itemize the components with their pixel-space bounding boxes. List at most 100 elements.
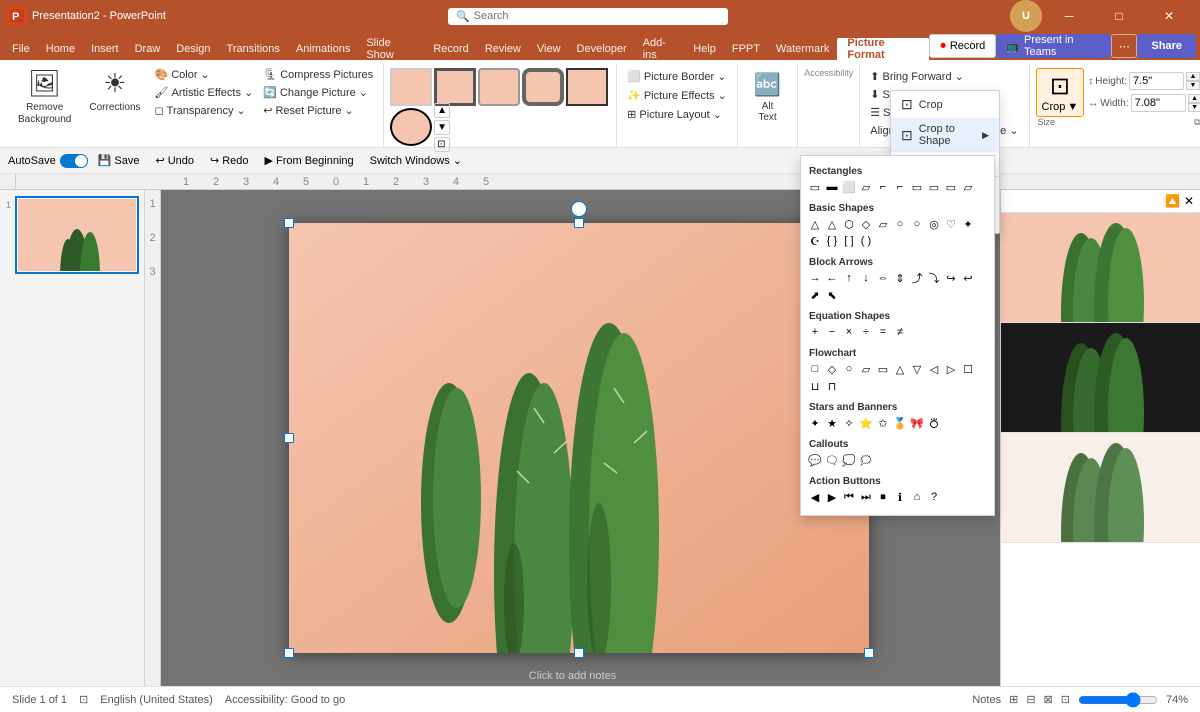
shape-basic-10[interactable]: ✦ [960,216,976,232]
shape-basic-11[interactable]: ☪ [807,233,823,249]
shape-rect-2[interactable]: ▬ [824,179,840,195]
notes-button[interactable]: Notes [972,694,1001,706]
shape-arrow-10[interactable]: ↩ [960,270,976,286]
shape-action-3[interactable]: ⏮ [841,489,857,505]
tab-view[interactable]: View [529,38,569,60]
shape-arrow-3[interactable]: ↑ [841,270,857,286]
style-1[interactable] [390,68,432,106]
zoom-level[interactable]: 74% [1166,694,1188,706]
style-3[interactable] [478,68,520,106]
tab-addins[interactable]: Add-ins [635,38,686,60]
shape-basic-13[interactable]: [ ] [841,233,857,249]
shape-basic-5[interactable]: ▱ [875,216,891,232]
shape-basic-2[interactable]: △ [824,216,840,232]
tab-review[interactable]: Review [477,38,529,60]
tab-transitions[interactable]: Transitions [219,38,288,60]
tab-draw[interactable]: Draw [127,38,169,60]
shape-arrow-8[interactable]: ⤵ [926,270,942,286]
shape-action-4[interactable]: ⏭ [858,489,874,505]
height-down[interactable]: ▼ [1186,81,1200,90]
style-4[interactable] [522,68,564,106]
shape-flow-1[interactable]: □ [807,361,823,377]
tab-developer[interactable]: Developer [569,38,635,60]
panel-collapse-button[interactable]: 🔼 [1165,194,1180,208]
shape-rect-8[interactable]: ▭ [926,179,942,195]
picture-effects-button[interactable]: ✨ Picture Effects ⌄ [623,87,731,104]
shape-star-2[interactable]: ★ [824,415,840,431]
panel-thumb-2[interactable] [1001,323,1200,433]
tab-design[interactable]: Design [168,38,218,60]
panel-close-button[interactable]: ✕ [1184,194,1194,208]
panel-thumb-1[interactable] [1001,213,1200,323]
alt-text-button[interactable]: 🔤 AltText [746,68,789,127]
tab-animations[interactable]: Animations [288,38,358,60]
sel-handle-ml[interactable] [284,433,294,443]
presenter-view-icon[interactable]: ⊡ [1061,693,1070,706]
shape-action-8[interactable]: ? [926,489,942,505]
styles-expand-up[interactable]: ▲ [434,103,450,118]
height-input[interactable] [1129,72,1184,90]
tab-fppt[interactable]: FPPT [724,38,768,60]
shape-star-6[interactable]: 🏅 [892,415,908,431]
notes-placeholder[interactable]: Click to add notes [529,670,616,682]
tab-home[interactable]: Home [38,38,83,60]
shape-eq-2[interactable]: − [824,324,840,340]
shape-flow-2[interactable]: ◇ [824,361,840,377]
tab-insert[interactable]: Insert [83,38,127,60]
tab-watermark[interactable]: Watermark [768,38,837,60]
shape-arrow-12[interactable]: ⬉ [824,287,840,303]
redo-qa-button[interactable]: ↪ Redo [204,152,255,169]
tab-record[interactable]: Record [425,38,476,60]
style-selected[interactable] [390,108,432,146]
shape-star-7[interactable]: 🎀 [909,415,925,431]
styles-more[interactable]: ⊡ [434,137,450,152]
user-avatar[interactable]: U [1010,0,1042,32]
transparency-button[interactable]: ◻ Transparency ⌄ [151,102,258,119]
crop-menu-item-crop-to-shape[interactable]: ⊡ Crop to Shape ▶ [891,118,999,152]
shape-basic-9[interactable]: ♡ [943,216,959,232]
shape-rect-3[interactable]: ⬜ [841,179,857,195]
shape-action-2[interactable]: ▶ [824,489,840,505]
picture-layout-button[interactable]: ⊞ Picture Layout ⌄ [623,106,731,123]
shape-flow-8[interactable]: ◁ [926,361,942,377]
shape-arrow-4[interactable]: ↓ [858,270,874,286]
shape-basic-6[interactable]: ○ [892,216,908,232]
maximize-button[interactable]: □ [1096,0,1142,32]
shape-star-4[interactable]: ⭐ [858,415,874,431]
fit-slide-icon[interactable]: ⊡ [79,693,88,706]
tab-slideshow[interactable]: Slide Show [358,38,425,60]
shape-action-7[interactable]: ⌂ [909,489,925,505]
shape-basic-14[interactable]: ( ) [858,233,874,249]
autosave-toggle[interactable] [60,154,88,168]
shape-rect-9[interactable]: ▭ [943,179,959,195]
shape-basic-3[interactable]: ⬡ [841,216,857,232]
shape-flow-6[interactable]: △ [892,361,908,377]
shape-arrow-5[interactable]: ⇔ [875,270,891,286]
shape-rect-4[interactable]: ▱ [858,179,874,195]
ribbon-expand-button[interactable]: ⋯ [1111,34,1137,58]
shape-arrow-1[interactable]: → [807,270,823,286]
shape-rect-6[interactable]: ⌐ [892,179,908,195]
shape-flow-4[interactable]: ▱ [858,361,874,377]
style-2[interactable] [434,68,476,106]
shape-basic-8[interactable]: ◎ [926,216,942,232]
search-input[interactable] [474,10,714,22]
shape-star-5[interactable]: ✩ [875,415,891,431]
shape-action-6[interactable]: ℹ [892,489,908,505]
shape-rect-7[interactable]: ▭ [909,179,925,195]
shape-arrow-11[interactable]: ⬈ [807,287,823,303]
rotation-handle[interactable] [571,201,587,217]
shape-flow-12[interactable]: ⊓ [824,378,840,394]
shape-eq-4[interactable]: ÷ [858,324,874,340]
shape-star-3[interactable]: ✧ [841,415,857,431]
shape-basic-7[interactable]: ○ [909,216,925,232]
shape-arrow-2[interactable]: ← [824,270,840,286]
artistic-effects-button[interactable]: 🖌 Artistic Effects ⌄ [151,84,258,101]
shape-callout-3[interactable]: 💭 [841,452,857,468]
crop-button[interactable]: ⊡ Crop ▼ [1036,68,1085,117]
accessibility-status[interactable]: Accessibility: Good to go [225,694,345,706]
search-box[interactable]: 🔍 [448,8,728,25]
zoom-slider[interactable] [1078,692,1158,708]
shape-flow-7[interactable]: ▽ [909,361,925,377]
reset-picture-button[interactable]: ↩ Reset Picture ⌄ [259,102,377,119]
